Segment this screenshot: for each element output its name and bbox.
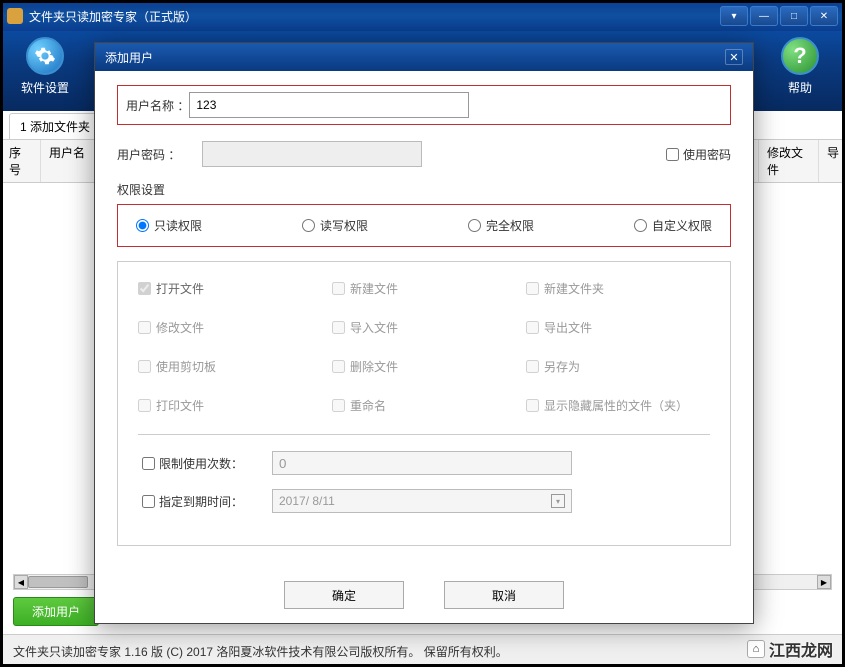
- perm-modify: 修改文件: [138, 319, 322, 336]
- username-input[interactable]: [189, 92, 469, 118]
- radio-full[interactable]: 完全权限: [468, 217, 534, 234]
- perm-import: 导入文件: [332, 319, 516, 336]
- perm-open: 打开文件: [138, 280, 322, 297]
- close-button[interactable]: ✕: [810, 6, 838, 26]
- perm-new-folder: 新建文件夹: [526, 280, 710, 297]
- app-icon: [7, 8, 23, 24]
- perm-show-hidden: 显示隐藏属性的文件（夹）: [526, 397, 710, 414]
- perm-export: 导出文件: [526, 319, 710, 336]
- ok-button[interactable]: 确定: [284, 581, 404, 609]
- permission-section-title: 权限设置: [117, 181, 731, 198]
- window-title: 文件夹只读加密专家（正式版）: [29, 8, 197, 25]
- use-password-label: 使用密码: [683, 146, 731, 163]
- perm-clipboard: 使用剪切板: [138, 358, 322, 375]
- settings-label: 软件设置: [21, 79, 69, 96]
- date-picker-icon: ▾: [551, 494, 565, 508]
- dropdown-button[interactable]: ▾: [720, 6, 748, 26]
- dialog-footer: 确定 取消: [95, 581, 753, 609]
- permission-radio-group: 只读权限 读写权限 完全权限 自定义权限: [117, 204, 731, 247]
- watermark-text: 江西龙网: [769, 637, 833, 661]
- col-modify: 修改文件: [759, 140, 819, 182]
- expire-date-value: 2017/ 8/11: [279, 494, 335, 508]
- limit-count-input: [272, 451, 572, 475]
- gear-icon: [26, 37, 64, 75]
- password-input: [202, 141, 422, 167]
- perm-saveas: 另存为: [526, 358, 710, 375]
- scroll-right-icon[interactable]: ▶: [817, 575, 831, 589]
- watermark: ⌂ 江西龙网: [747, 637, 833, 661]
- maximize-button[interactable]: □: [780, 6, 808, 26]
- add-user-button[interactable]: 添加用户: [13, 597, 99, 626]
- col-export: 导: [819, 140, 844, 182]
- username-label: 用户名称 ：: [126, 97, 189, 114]
- radio-readwrite[interactable]: 读写权限: [302, 217, 368, 234]
- settings-button[interactable]: 软件设置: [15, 37, 75, 105]
- help-button[interactable]: ? 帮助: [770, 37, 830, 105]
- username-row: 用户名称 ：: [117, 85, 731, 125]
- perm-rename: 重命名: [332, 397, 516, 414]
- scroll-thumb[interactable]: [28, 576, 88, 588]
- dialog-title-bar: 添加用户 ✕: [95, 43, 753, 71]
- scroll-left-icon[interactable]: ◀: [14, 575, 28, 589]
- perm-print: 打印文件: [138, 397, 322, 414]
- col-user: 用户名: [41, 140, 96, 182]
- radio-readonly[interactable]: 只读权限: [136, 217, 202, 234]
- col-seq: 序号: [1, 140, 41, 182]
- expire-date-input: 2017/ 8/11 ▾: [272, 489, 572, 513]
- minimize-button[interactable]: —: [750, 6, 778, 26]
- status-bar: 文件夹只读加密专家 1.16 版 (C) 2017 洛阳夏冰软件技术有限公司版权…: [1, 634, 844, 666]
- title-bar: 文件夹只读加密专家（正式版） ▾ — □ ✕: [1, 1, 844, 31]
- use-password-checkbox[interactable]: 使用密码: [666, 146, 731, 163]
- dialog-close-button[interactable]: ✕: [725, 49, 743, 65]
- permission-details: 打开文件 新建文件 新建文件夹 修改文件 导入文件 导出文件 使用剪切板 删除文…: [117, 261, 731, 546]
- password-row: 用户密码 ： 使用密码: [117, 141, 731, 167]
- help-label: 帮助: [788, 79, 812, 96]
- tab-add-folder[interactable]: 1 添加文件夹: [9, 113, 101, 139]
- divider: [138, 434, 710, 435]
- cancel-button[interactable]: 取消: [444, 581, 564, 609]
- expire-checkbox[interactable]: 指定到期时间：: [142, 493, 272, 510]
- perm-delete: 删除文件: [332, 358, 516, 375]
- limit-count-checkbox[interactable]: 限制使用次数：: [142, 455, 272, 472]
- house-icon: ⌂: [747, 640, 765, 658]
- password-label: 用户密码 ：: [117, 146, 202, 163]
- add-user-dialog: 添加用户 ✕ 用户名称 ： 用户密码 ： 使用密码 权限设置 只读权限 读写权限…: [94, 42, 754, 624]
- dialog-title: 添加用户: [105, 49, 153, 66]
- limit-count-row: 限制使用次数：: [138, 451, 710, 475]
- help-icon: ?: [781, 37, 819, 75]
- use-password-check[interactable]: [666, 148, 679, 161]
- perm-new-file: 新建文件: [332, 280, 516, 297]
- radio-custom[interactable]: 自定义权限: [634, 217, 712, 234]
- dialog-body: 用户名称 ： 用户密码 ： 使用密码 权限设置 只读权限 读写权限 完全权限 自…: [95, 71, 753, 560]
- expire-row: 指定到期时间： 2017/ 8/11 ▾: [138, 489, 710, 513]
